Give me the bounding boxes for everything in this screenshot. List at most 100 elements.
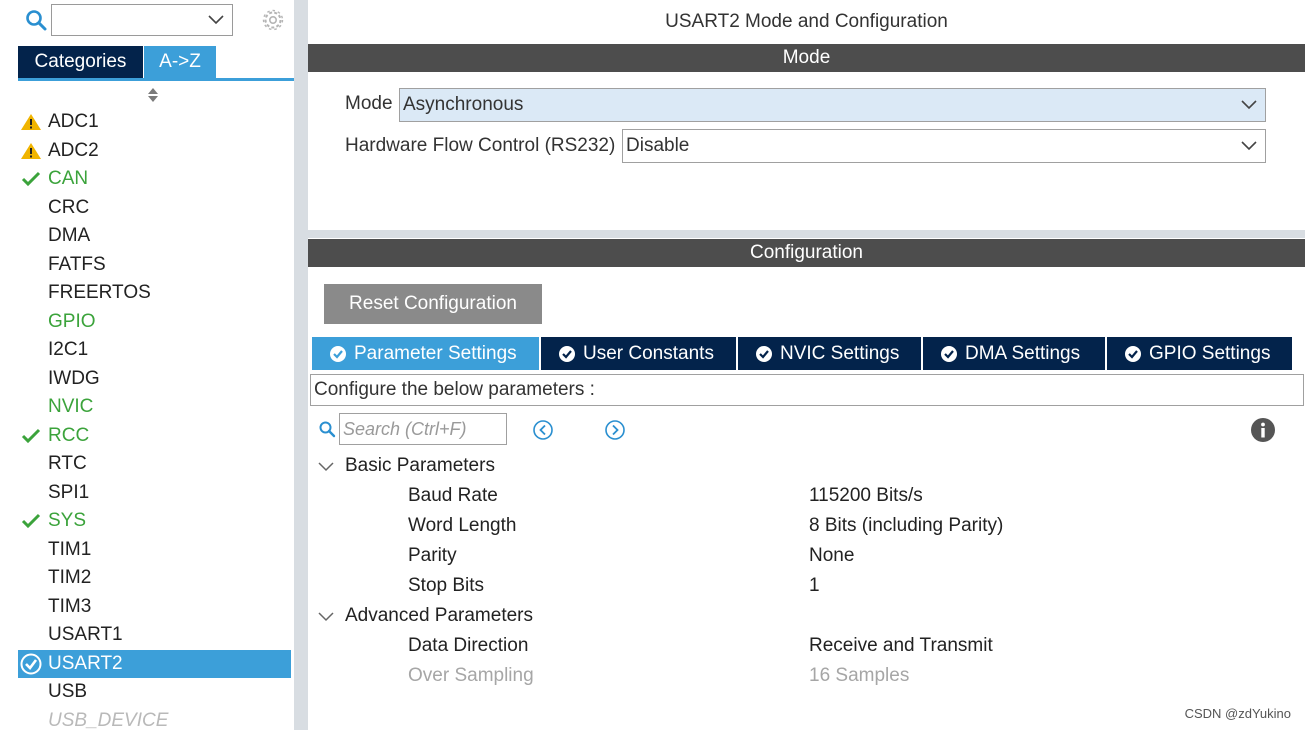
param-row[interactable]: Baud Rate 115200 Bits/s: [408, 481, 1288, 511]
info-icon[interactable]: [1250, 417, 1276, 443]
param-row[interactable]: Data Direction Receive and Transmit: [408, 631, 1288, 661]
tab-label: User Constants: [583, 343, 714, 364]
mode-select[interactable]: Asynchronous: [399, 88, 1266, 122]
list-item-label: GPIO: [48, 311, 96, 332]
list-item-label: SPI1: [48, 482, 89, 503]
parameter-search-input[interactable]: Search (Ctrl+F): [339, 413, 507, 445]
list-item[interactable]: ADC2: [18, 137, 291, 166]
list-item[interactable]: TIM2: [18, 564, 291, 593]
list-item[interactable]: I2C1: [18, 336, 291, 365]
tab-label: Parameter Settings: [354, 343, 517, 364]
mode-section-header: Mode: [308, 44, 1305, 72]
list-item[interactable]: TIM1: [18, 536, 291, 565]
param-value: 115200 Bits/s: [809, 481, 923, 511]
tab-categories[interactable]: Categories: [18, 46, 143, 78]
tab-user-constants[interactable]: User Constants: [541, 337, 736, 370]
configuration-section-header: Configuration: [308, 239, 1305, 267]
param-name: Parity: [408, 541, 457, 571]
param-name: Data Direction: [408, 631, 528, 661]
list-item-label: NVIC: [48, 396, 93, 417]
peripheral-search-row: [0, 0, 294, 44]
list-item[interactable]: SYS: [18, 507, 291, 536]
list-item-label: TIM2: [48, 567, 91, 588]
tab-gpio-settings[interactable]: GPIO Settings: [1107, 337, 1292, 370]
panel-splitter[interactable]: [294, 0, 308, 730]
previous-match-icon[interactable]: [532, 419, 554, 441]
list-item-label: DMA: [48, 225, 90, 246]
param-name: Word Length: [408, 511, 516, 541]
list-item[interactable]: DMA: [18, 222, 291, 251]
list-item-label: SYS: [48, 510, 86, 531]
peripheral-search-combo[interactable]: [51, 4, 233, 36]
list-item-label: TIM1: [48, 539, 91, 560]
flow-control-select[interactable]: Disable: [622, 129, 1266, 163]
gear-icon[interactable]: [260, 7, 286, 33]
list-item[interactable]: IWDG: [18, 365, 291, 394]
checkmark-icon: [20, 427, 42, 445]
tab-underline: [18, 78, 294, 81]
search-icon[interactable]: [24, 8, 48, 32]
list-item-label: RCC: [48, 425, 89, 446]
list-item[interactable]: FATFS: [18, 251, 291, 280]
param-row[interactable]: Parity None: [408, 541, 1288, 571]
tab-parameter-settings[interactable]: Parameter Settings: [312, 337, 539, 370]
param-name: Stop Bits: [408, 571, 484, 601]
mode-label: Mode: [345, 93, 393, 115]
sort-icon[interactable]: [146, 86, 160, 104]
list-item-label: I2C1: [48, 339, 88, 360]
check-circle-icon: [559, 346, 575, 362]
watermark: CSDN @zdYukino: [1185, 706, 1291, 721]
list-item[interactable]: USART1: [18, 621, 291, 650]
warning-icon: [20, 142, 42, 160]
tab-a-to-z[interactable]: A->Z: [144, 46, 216, 78]
list-item[interactable]: FREERTOS: [18, 279, 291, 308]
param-value: Receive and Transmit: [809, 631, 993, 661]
list-item-label: CAN: [48, 168, 88, 189]
peripheral-panel: Categories A->Z ADC1 ADC2 CAN CRC DMA FA…: [0, 0, 294, 730]
next-match-icon[interactable]: [604, 419, 626, 441]
group-basic-parameters[interactable]: Basic Parameters: [318, 451, 495, 481]
list-item[interactable]: SPI1: [18, 479, 291, 508]
param-name: Baud Rate: [408, 481, 498, 511]
check-circle-icon: [20, 653, 42, 675]
list-item-label: ADC1: [48, 111, 99, 132]
chevron-down-icon: [318, 610, 334, 622]
list-item-label: USB: [48, 681, 87, 702]
mode-area: Mode Asynchronous Hardware Flow Control …: [308, 72, 1305, 230]
checkmark-icon: [20, 170, 42, 188]
list-item[interactable]: RTC: [18, 450, 291, 479]
list-item[interactable]: CAN: [18, 165, 291, 194]
list-item[interactable]: ADC1: [18, 108, 291, 137]
tab-nvic-settings[interactable]: NVIC Settings: [738, 337, 921, 370]
list-item-label: USART1: [48, 624, 123, 645]
chevron-down-icon: [318, 460, 334, 472]
configuration-panel: USART2 Mode and Configuration Mode Mode …: [308, 0, 1305, 730]
list-item-label: CRC: [48, 197, 89, 218]
tab-dma-settings[interactable]: DMA Settings: [923, 337, 1105, 370]
search-icon: [318, 420, 336, 438]
param-row[interactable]: Word Length 8 Bits (including Parity): [408, 511, 1288, 541]
tab-label: DMA Settings: [965, 343, 1080, 364]
list-item-label: FREERTOS: [48, 282, 151, 303]
chevron-down-icon: [1241, 139, 1257, 151]
list-item-label: ADC2: [48, 140, 99, 161]
list-item[interactable]: NVIC: [18, 393, 291, 422]
group-advanced-parameters[interactable]: Advanced Parameters: [318, 601, 533, 631]
param-value: 1: [809, 571, 820, 601]
list-item[interactable]: CRC: [18, 194, 291, 223]
reset-configuration-button[interactable]: Reset Configuration: [324, 284, 542, 324]
chevron-down-icon: [208, 13, 224, 25]
param-row[interactable]: Stop Bits 1: [408, 571, 1288, 601]
list-item[interactable]: USB_DEVICE: [18, 707, 291, 735]
list-item[interactable]: TIM3: [18, 593, 291, 622]
list-item-selected[interactable]: USART2: [18, 650, 291, 679]
list-item-label: IWDG: [48, 368, 100, 389]
checkmark-icon: [20, 512, 42, 530]
list-item[interactable]: GPIO: [18, 308, 291, 337]
list-item[interactable]: USB: [18, 678, 291, 707]
check-circle-icon: [1125, 346, 1141, 362]
page-title: USART2 Mode and Configuration: [308, 0, 1305, 44]
list-item[interactable]: RCC: [18, 422, 291, 451]
group-label: Advanced Parameters: [318, 605, 533, 626]
flow-control-select-value: Disable: [626, 135, 689, 156]
